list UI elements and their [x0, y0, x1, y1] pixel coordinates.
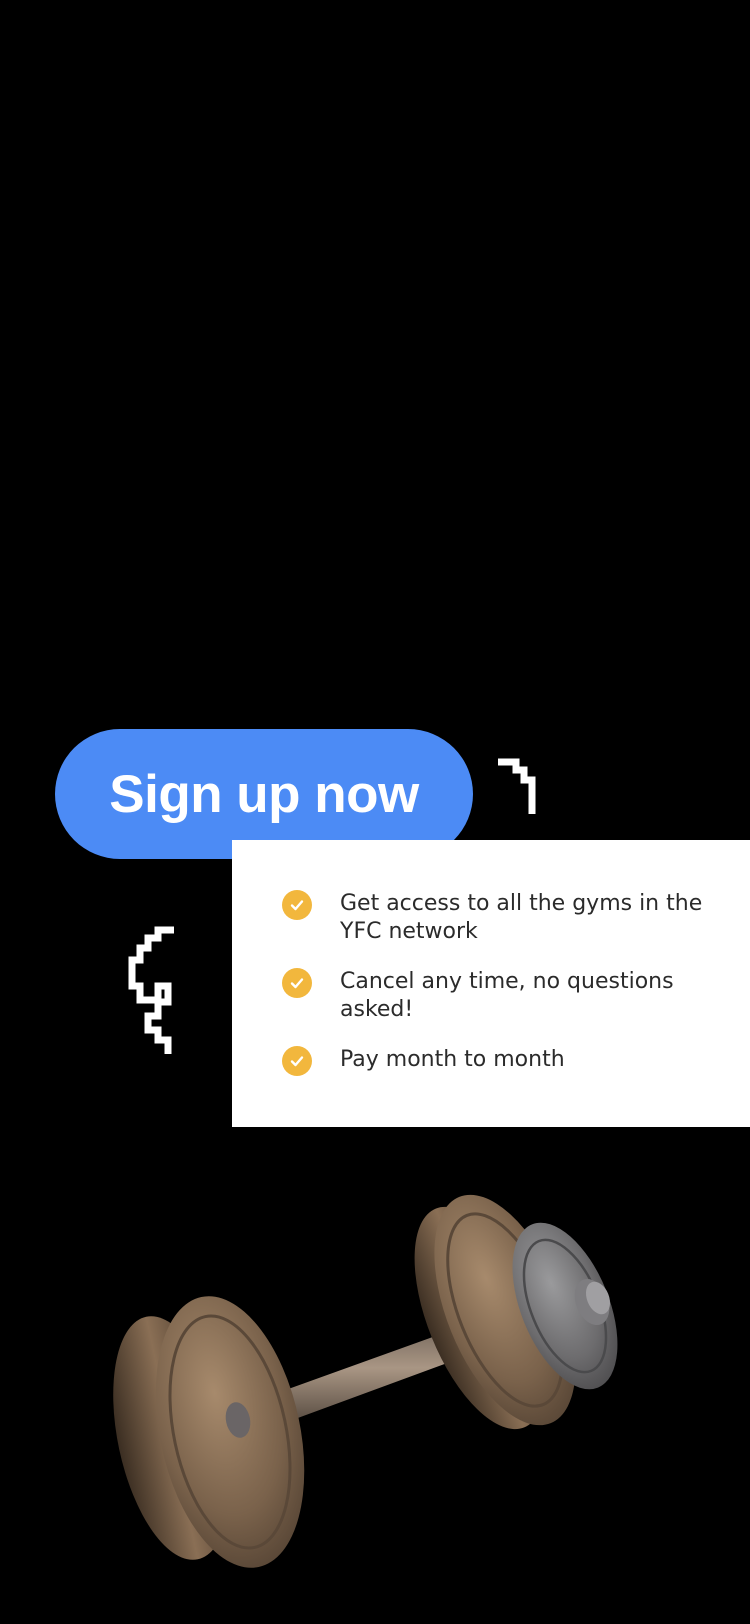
- feature-item: Get access to all the gyms in the YFC ne…: [232, 890, 750, 946]
- check-circle-icon: [282, 968, 312, 998]
- feature-item: Cancel any time, no questions asked!: [232, 968, 750, 1024]
- dumbbell-icon: [113, 1194, 618, 1568]
- feature-item: Pay month to month: [232, 1046, 750, 1076]
- feature-text: Pay month to month: [340, 1047, 565, 1072]
- feature-text: Cancel any time, no questions asked!: [340, 969, 674, 1022]
- check-circle-icon: [282, 1046, 312, 1076]
- benefits-card: Get access to all the gyms in the YFC ne…: [232, 840, 750, 1127]
- decorative-bracket-icon: [498, 758, 536, 814]
- decorative-squiggle-icon: [128, 926, 174, 1054]
- feature-text: Get access to all the gyms in the YFC ne…: [340, 891, 703, 944]
- check-circle-icon: [282, 890, 312, 920]
